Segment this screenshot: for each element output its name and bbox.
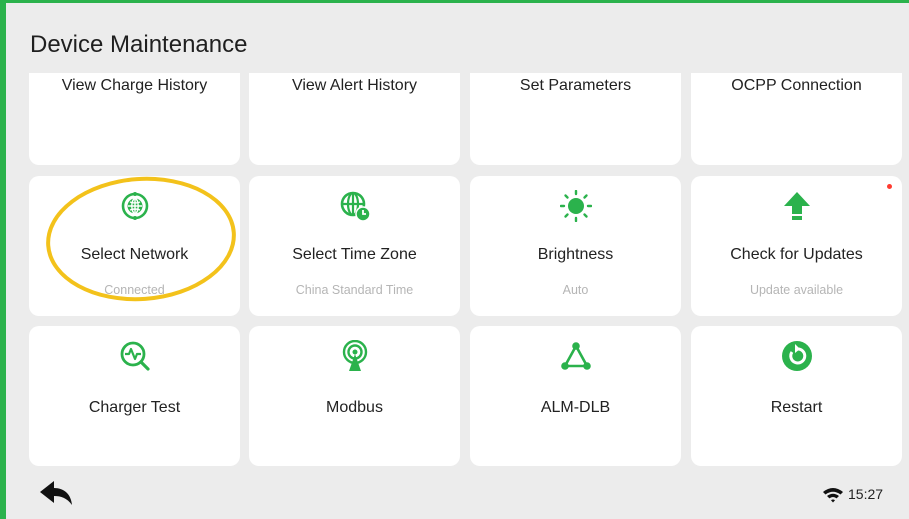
tile-restart[interactable]: Restart — [691, 326, 902, 466]
tile-label: Charger Test — [88, 399, 181, 416]
tile-view-alert-history[interactable]: View Alert History — [249, 73, 460, 165]
tile-label: Modbus — [326, 399, 383, 416]
tile-alm-dlb[interactable]: ALM-DLB — [470, 326, 681, 466]
arrow-up-icon — [783, 192, 810, 220]
back-arrow-icon[interactable] — [38, 479, 74, 509]
tile-label: Check for Updates — [730, 246, 863, 263]
tile-status: Update available — [749, 283, 844, 297]
tile-label: Select Time Zone — [292, 246, 417, 263]
tile-label: OCPP Connection — [731, 77, 862, 94]
tile-select-time-zone[interactable]: Select Time Zone China Standard Time — [249, 176, 460, 316]
tile-check-for-updates[interactable]: Check for Updates Update available — [691, 176, 902, 316]
triangle-nodes-icon — [560, 342, 591, 370]
tile-ocpp-connection[interactable]: OCPP Connection — [691, 73, 902, 165]
tile-charger-test[interactable]: Charger Test — [29, 326, 240, 466]
test-search-icon — [120, 341, 150, 371]
tile-select-network[interactable]: Select Network Connected — [29, 176, 240, 316]
tile-status: China Standard Time — [295, 283, 414, 297]
tile-grid: View Charge History View Alert History S… — [6, 73, 909, 469]
bottom-bar: 15:27 — [6, 471, 909, 519]
clock: 15:27 — [848, 486, 884, 502]
tile-status: Connected — [104, 283, 165, 297]
tile-label: Select Network — [80, 246, 189, 263]
tile-label: Brightness — [537, 246, 614, 263]
tile-label: Set Parameters — [519, 77, 632, 94]
tile-label: ALM-DLB — [540, 399, 611, 416]
tile-brightness[interactable]: Brightness Auto — [470, 176, 681, 316]
tile-label: Restart — [770, 399, 823, 416]
tile-status: Auto — [562, 283, 589, 297]
tile-modbus[interactable]: Modbus — [249, 326, 460, 466]
globe-icon — [121, 192, 148, 220]
update-badge — [887, 184, 892, 189]
restart-icon — [781, 341, 812, 371]
page-title: Device Maintenance — [30, 31, 248, 58]
tile-set-parameters[interactable]: Set Parameters — [470, 73, 681, 165]
sun-icon — [559, 190, 592, 222]
wifi-icon — [823, 488, 843, 503]
screen-frame: Device Maintenance View Charge History V… — [0, 0, 909, 519]
broadcast-icon — [342, 340, 367, 371]
tile-view-charge-history[interactable]: View Charge History — [29, 73, 240, 165]
globe-clock-icon — [340, 191, 371, 222]
tile-label: View Charge History — [61, 77, 208, 94]
tile-label: View Alert History — [291, 77, 418, 94]
